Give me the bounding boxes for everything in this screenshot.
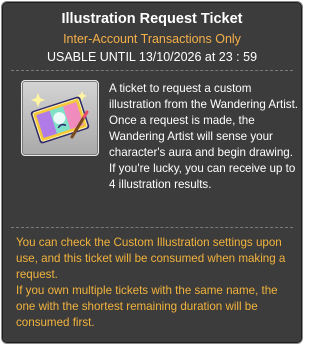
- item-tooltip: Illustration Request Ticket Inter-Accoun…: [1, 1, 303, 344]
- divider: [11, 70, 293, 71]
- divider: [11, 227, 293, 228]
- illustration-ticket-icon: [30, 91, 90, 144]
- description-text: A ticket to request a custom illustratio…: [109, 82, 299, 159]
- item-title: Illustration Request Ticket: [61, 11, 243, 27]
- expiry-date: USABLE UNTIL 13/10/2026 at 23 : 59: [46, 50, 258, 64]
- item-description: A ticket to request a custom illustratio…: [109, 81, 299, 193]
- trade-restriction: Inter-Account Transactions Only: [63, 32, 241, 46]
- note-text: You can check the Custom Illustration se…: [16, 236, 286, 281]
- note-text: If you own multiple tickets with the sam…: [16, 284, 278, 329]
- item-notes: You can check the Custom Illustration se…: [16, 235, 300, 331]
- description-text: If you're lucky, you can receive up to 4…: [109, 162, 296, 191]
- item-icon-frame: [21, 80, 99, 156]
